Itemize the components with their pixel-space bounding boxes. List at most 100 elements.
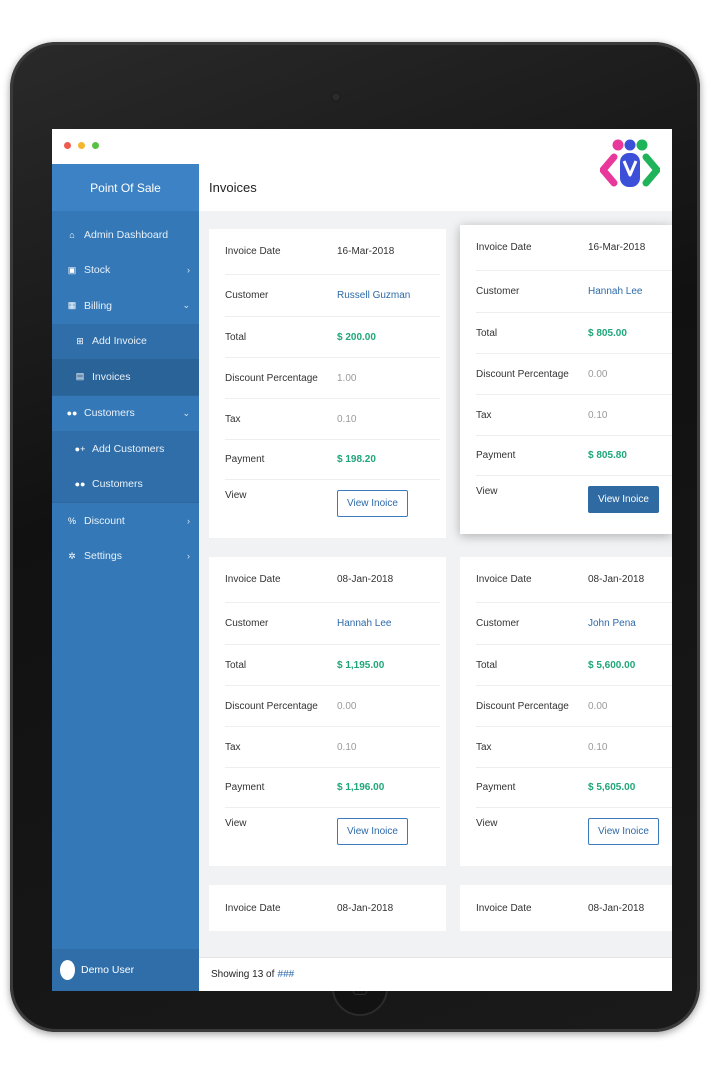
invoice-date-row: Invoice Date 16-Mar-2018 (225, 229, 440, 275)
maximize-window-button[interactable] (92, 142, 99, 149)
sidebar-item-add-customers[interactable]: ●+ Add Customers (52, 431, 199, 467)
invoice-card: Invoice Date 16-Mar-2018 Customer Hannah… (460, 225, 672, 534)
field-label: View (476, 486, 498, 497)
invoice-date-row: Invoice Date 08-Jan-2018 (225, 885, 440, 931)
brand-logo (600, 139, 660, 187)
invoice-card: Invoice Date 08-Jan-2018 Customer John P… (460, 557, 672, 866)
customer-link[interactable]: Hannah Lee (588, 286, 643, 297)
field-label: Payment (476, 450, 516, 461)
field-label: Total (476, 327, 498, 339)
close-window-button[interactable] (64, 142, 71, 149)
tax-row: Tax 0.10 (476, 395, 672, 436)
file-icon: ▤ (75, 371, 85, 382)
window-titlebar (52, 129, 672, 164)
sidebar-item-add-invoice[interactable]: ⊞ Add Invoice (52, 323, 199, 359)
invoice-card: Invoice Date 08-Jan-2018 (209, 885, 446, 931)
avatar (60, 960, 75, 980)
view-row: View View Inoice (476, 808, 672, 866)
field-label: Total (225, 331, 247, 343)
field-label: Discount Percentage (225, 372, 318, 384)
calculator-icon: ▦ (67, 300, 77, 311)
field-label: Total (476, 659, 498, 671)
sidebar-item-invoices[interactable]: ▤ Invoices (52, 359, 199, 395)
view-invoice-button[interactable]: View Inoice (337, 818, 408, 845)
pagination-footer: Showing 13 of ### (199, 957, 672, 991)
sidebar-item-settings[interactable]: ✲ Settings › (52, 539, 199, 575)
discount-value: 0.00 (588, 368, 608, 380)
home-icon: ⌂ (69, 229, 75, 240)
sidebar-item-label: Admin Dashboard (84, 228, 169, 241)
invoice-date-row: Invoice Date 08-Jan-2018 (225, 557, 440, 603)
discount-row: Discount Percentage 0.00 (225, 686, 440, 727)
sidebar-item-customers[interactable]: ●● Customers ⌄ (52, 396, 199, 432)
view-invoice-button[interactable]: View Inoice (588, 818, 659, 845)
invoice-date: 16-Mar-2018 (588, 242, 646, 253)
app-screen: Point Of Sale ⌂ Admin Dashboard ▣ Stock … (52, 129, 672, 991)
sidebar-item-admin-dashboard[interactable]: ⌂ Admin Dashboard (52, 217, 199, 253)
users-icon: ●● (66, 408, 78, 419)
field-label: Discount Percentage (225, 700, 318, 712)
customer-link[interactable]: Russell Guzman (337, 290, 410, 301)
view-row: View View Inoice (225, 808, 440, 866)
invoice-date: 08-Jan-2018 (588, 574, 645, 585)
discount-value: 0.00 (588, 700, 608, 712)
minimize-window-button[interactable] (78, 142, 85, 149)
invoice-date-row: Invoice Date 08-Jan-2018 (476, 557, 672, 603)
field-label: Invoice Date (476, 574, 532, 585)
user-profile[interactable]: Demo User (52, 949, 199, 991)
field-label: Payment (476, 782, 516, 793)
field-label: Discount Percentage (476, 368, 569, 380)
invoice-date: 08-Jan-2018 (337, 574, 394, 585)
tax-value: 0.10 (337, 413, 357, 425)
users-icon: ●● (74, 479, 86, 490)
customer-link[interactable]: John Pena (588, 618, 636, 629)
discount-value: 0.00 (337, 700, 357, 712)
chevron-right-icon: › (187, 551, 190, 562)
payment-amount: $ 5,605.00 (588, 782, 636, 793)
field-label: Customer (476, 286, 520, 297)
field-label: Payment (225, 454, 265, 465)
payment-row: Payment $ 1,196.00 (225, 768, 440, 808)
payment-amount: $ 198.20 (337, 454, 376, 465)
sidebar-item-discount[interactable]: % Discount › (52, 503, 199, 539)
invoice-grid: Invoice Date 16-Mar-2018 Customer Russel… (199, 211, 672, 957)
field-label: Tax (476, 409, 492, 421)
tax-row: Tax 0.10 (476, 727, 672, 768)
field-label: Customer (225, 290, 269, 301)
field-label: Invoice Date (225, 902, 281, 914)
payment-amount: $ 805.80 (588, 450, 627, 461)
chevron-down-icon: ⌄ (182, 407, 190, 418)
sidebar-item-label: Billing (84, 299, 113, 312)
view-row: View View Inoice (225, 480, 440, 538)
customer-row: Customer John Pena (476, 603, 672, 645)
page-title: Invoices (209, 180, 257, 195)
total-count: ### (277, 969, 295, 980)
tax-value: 0.10 (588, 409, 608, 421)
field-label: Customer (225, 618, 269, 629)
sidebar-item-stock[interactable]: ▣ Stock › (52, 253, 199, 289)
total-row: Total $ 5,600.00 (476, 645, 672, 686)
field-label: Tax (225, 741, 241, 753)
sidebar-item-label: Stock (84, 264, 111, 277)
invoice-card: Invoice Date 08-Jan-2018 Customer Hannah… (209, 557, 446, 866)
discount-value: 1.00 (337, 372, 357, 384)
invoice-date: 16-Mar-2018 (337, 246, 395, 257)
field-label: View (476, 818, 498, 829)
payment-row: Payment $ 5,605.00 (476, 768, 672, 808)
sidebar-item-billing[interactable]: ▦ Billing ⌄ (52, 288, 199, 324)
chevron-down-icon: ⌄ (182, 300, 190, 311)
field-label: Invoice Date (225, 574, 281, 585)
user-plus-icon: ●+ (74, 443, 86, 454)
field-label: Invoice Date (476, 242, 532, 253)
user-name: Demo User (81, 964, 135, 976)
view-invoice-button[interactable]: View Inoice (588, 486, 659, 513)
sidebar-item-customers-list[interactable]: ●● Customers (52, 466, 199, 502)
tax-value: 0.10 (337, 741, 357, 753)
view-invoice-button[interactable]: View Inoice (337, 490, 408, 517)
payment-row: Payment $ 198.20 (225, 440, 440, 480)
customer-link[interactable]: Hannah Lee (337, 618, 392, 629)
field-label: Tax (225, 413, 241, 425)
invoice-date: 08-Jan-2018 (337, 902, 394, 914)
field-label: View (225, 490, 247, 501)
total-row: Total $ 805.00 (476, 313, 672, 354)
